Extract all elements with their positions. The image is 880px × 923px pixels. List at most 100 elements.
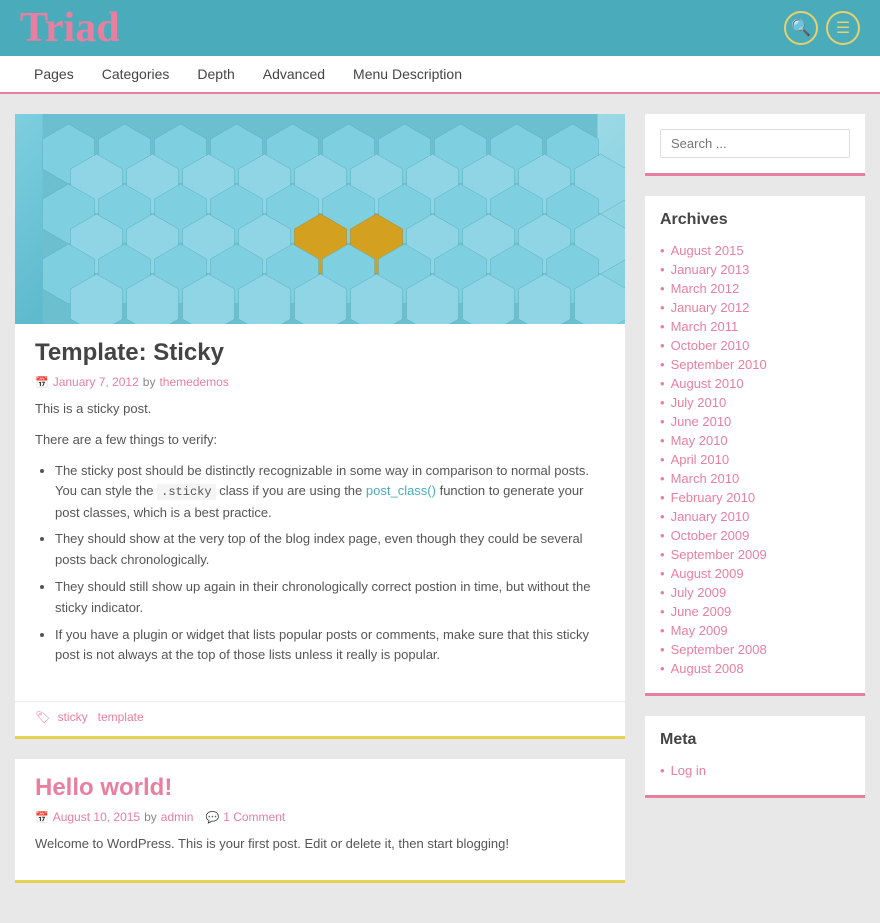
archive-link[interactable]: July 2010 xyxy=(671,395,727,410)
calendar-icon: 📅 xyxy=(35,376,49,389)
list-item: September 2010 xyxy=(660,355,850,374)
archive-link[interactable]: August 2015 xyxy=(671,243,744,258)
nav-item-categories[interactable]: Categories xyxy=(88,55,184,93)
search-icon-button[interactable]: 🔍 xyxy=(784,11,818,45)
list-item: October 2009 xyxy=(660,526,850,545)
header-icons: 🔍 ☰ xyxy=(784,11,860,45)
list-item: August 2010 xyxy=(660,374,850,393)
list-item: March 2012 xyxy=(660,279,850,298)
archive-link[interactable]: June 2009 xyxy=(671,604,732,619)
post-date-sticky[interactable]: January 7, 2012 xyxy=(53,375,139,389)
post-class-link[interactable]: post_class() xyxy=(366,483,436,498)
sidebar: Archives August 2015 January 2013 March … xyxy=(645,114,865,903)
archive-link[interactable]: September 2010 xyxy=(671,357,767,372)
archive-link[interactable]: April 2010 xyxy=(671,452,730,467)
hex-image xyxy=(15,114,625,324)
post-bullet-list: The sticky post should be distinctly rec… xyxy=(55,461,605,667)
tag-icon: 🏷 xyxy=(35,710,50,724)
site-header: Triad 🔍 ☰ xyxy=(0,0,880,56)
archive-link[interactable]: May 2009 xyxy=(671,623,728,638)
list-item: August 2008 xyxy=(660,659,850,678)
archive-link[interactable]: June 2010 xyxy=(671,414,732,429)
post-author-hello[interactable]: admin xyxy=(161,810,194,824)
meta-widget: Meta Log in xyxy=(645,716,865,798)
meta-list: Log in xyxy=(660,761,850,780)
list-item: July 2009 xyxy=(660,583,850,602)
site-title: Triad xyxy=(20,7,120,49)
post-date-hello[interactable]: August 10, 2015 xyxy=(53,810,140,824)
list-item: September 2008 xyxy=(660,640,850,659)
post-meta-hello: 📅 August 10, 2015 by admin 💬 1 Comment xyxy=(35,810,605,824)
archive-link[interactable]: October 2009 xyxy=(671,528,750,543)
archive-link[interactable]: February 2010 xyxy=(671,490,756,505)
post-intro-sticky: This is a sticky post. xyxy=(35,399,605,420)
list-item: June 2009 xyxy=(660,602,850,621)
code-sticky: .sticky xyxy=(157,484,215,500)
list-item: January 2012 xyxy=(660,298,850,317)
list-item: August 2009 xyxy=(660,564,850,583)
list-item: June 2010 xyxy=(660,412,850,431)
archive-link[interactable]: September 2009 xyxy=(671,547,767,562)
archive-link[interactable]: January 2012 xyxy=(671,300,750,315)
archive-link[interactable]: July 2009 xyxy=(671,585,727,600)
list-item: May 2010 xyxy=(660,431,850,450)
list-item: July 2010 xyxy=(660,393,850,412)
archive-link[interactable]: August 2010 xyxy=(671,376,744,391)
archives-title: Archives xyxy=(660,211,850,229)
list-item: January 2013 xyxy=(660,260,850,279)
archive-link[interactable]: March 2011 xyxy=(671,319,739,334)
archive-link[interactable]: May 2010 xyxy=(671,433,728,448)
list-item: April 2010 xyxy=(660,450,850,469)
post-author-sticky[interactable]: themedemos xyxy=(159,375,228,389)
nav-item-advanced[interactable]: Advanced xyxy=(249,55,339,93)
archive-link[interactable]: January 2010 xyxy=(671,509,750,524)
archives-widget: Archives August 2015 January 2013 March … xyxy=(645,196,865,696)
main-content: Template: Sticky 📅 January 7, 2012 by th… xyxy=(15,114,625,903)
login-link[interactable]: Log in xyxy=(671,763,706,778)
hello-world-post: Hello world! 📅 August 10, 2015 by admin … xyxy=(15,759,625,883)
list-item: If you have a plugin or widget that list… xyxy=(55,625,605,667)
list-item: March 2010 xyxy=(660,469,850,488)
menu-icon: ☰ xyxy=(836,18,850,38)
list-item: March 2011 xyxy=(660,317,850,336)
post-body-sticky: Template: Sticky 📅 January 7, 2012 by th… xyxy=(15,324,625,691)
list-item: August 2015 xyxy=(660,241,850,260)
archive-link[interactable]: August 2009 xyxy=(671,566,744,581)
archive-link[interactable]: March 2012 xyxy=(671,281,740,296)
featured-image xyxy=(15,114,625,324)
search-icon: 🔍 xyxy=(791,18,811,38)
archive-link[interactable]: January 2013 xyxy=(671,262,750,277)
archive-link[interactable]: September 2008 xyxy=(671,642,767,657)
search-input[interactable] xyxy=(660,129,850,158)
sticky-post: Template: Sticky 📅 January 7, 2012 by th… xyxy=(15,114,625,739)
list-item: September 2009 xyxy=(660,545,850,564)
search-widget xyxy=(645,114,865,176)
archive-link[interactable]: October 2010 xyxy=(671,338,750,353)
post-title-hello: Hello world! xyxy=(35,774,605,802)
archive-link[interactable]: August 2008 xyxy=(671,661,744,676)
tag-template[interactable]: template xyxy=(98,710,144,724)
comment-icon: 💬 xyxy=(205,811,219,824)
archive-link[interactable]: March 2010 xyxy=(671,471,740,486)
post-comment-count[interactable]: 1 Comment xyxy=(223,810,285,824)
post-body-hello-text: Welcome to WordPress. This is your first… xyxy=(35,834,605,855)
post-meta-sticky: 📅 January 7, 2012 by themedemos xyxy=(35,375,605,389)
post-body-hello: Hello world! 📅 August 10, 2015 by admin … xyxy=(15,759,625,880)
nav-item-menu-description[interactable]: Menu Description xyxy=(339,55,476,93)
post-subtext-sticky: There are a few things to verify: xyxy=(35,430,605,451)
list-item: They should show at the very top of the … xyxy=(55,529,605,571)
list-item: October 2010 xyxy=(660,336,850,355)
menu-icon-button[interactable]: ☰ xyxy=(826,11,860,45)
meta-title: Meta xyxy=(660,731,850,749)
list-item: The sticky post should be distinctly rec… xyxy=(55,461,605,524)
nav-item-depth[interactable]: Depth xyxy=(183,55,248,93)
page-wrapper: Template: Sticky 📅 January 7, 2012 by th… xyxy=(0,94,880,923)
calendar-icon-2: 📅 xyxy=(35,811,49,824)
list-item: February 2010 xyxy=(660,488,850,507)
archive-list: August 2015 January 2013 March 2012 Janu… xyxy=(660,241,850,678)
main-nav: Pages Categories Depth Advanced Menu Des… xyxy=(0,56,880,94)
list-item: Log in xyxy=(660,761,850,780)
nav-item-pages[interactable]: Pages xyxy=(20,55,88,93)
list-item: January 2010 xyxy=(660,507,850,526)
tag-sticky[interactable]: sticky xyxy=(58,710,88,724)
